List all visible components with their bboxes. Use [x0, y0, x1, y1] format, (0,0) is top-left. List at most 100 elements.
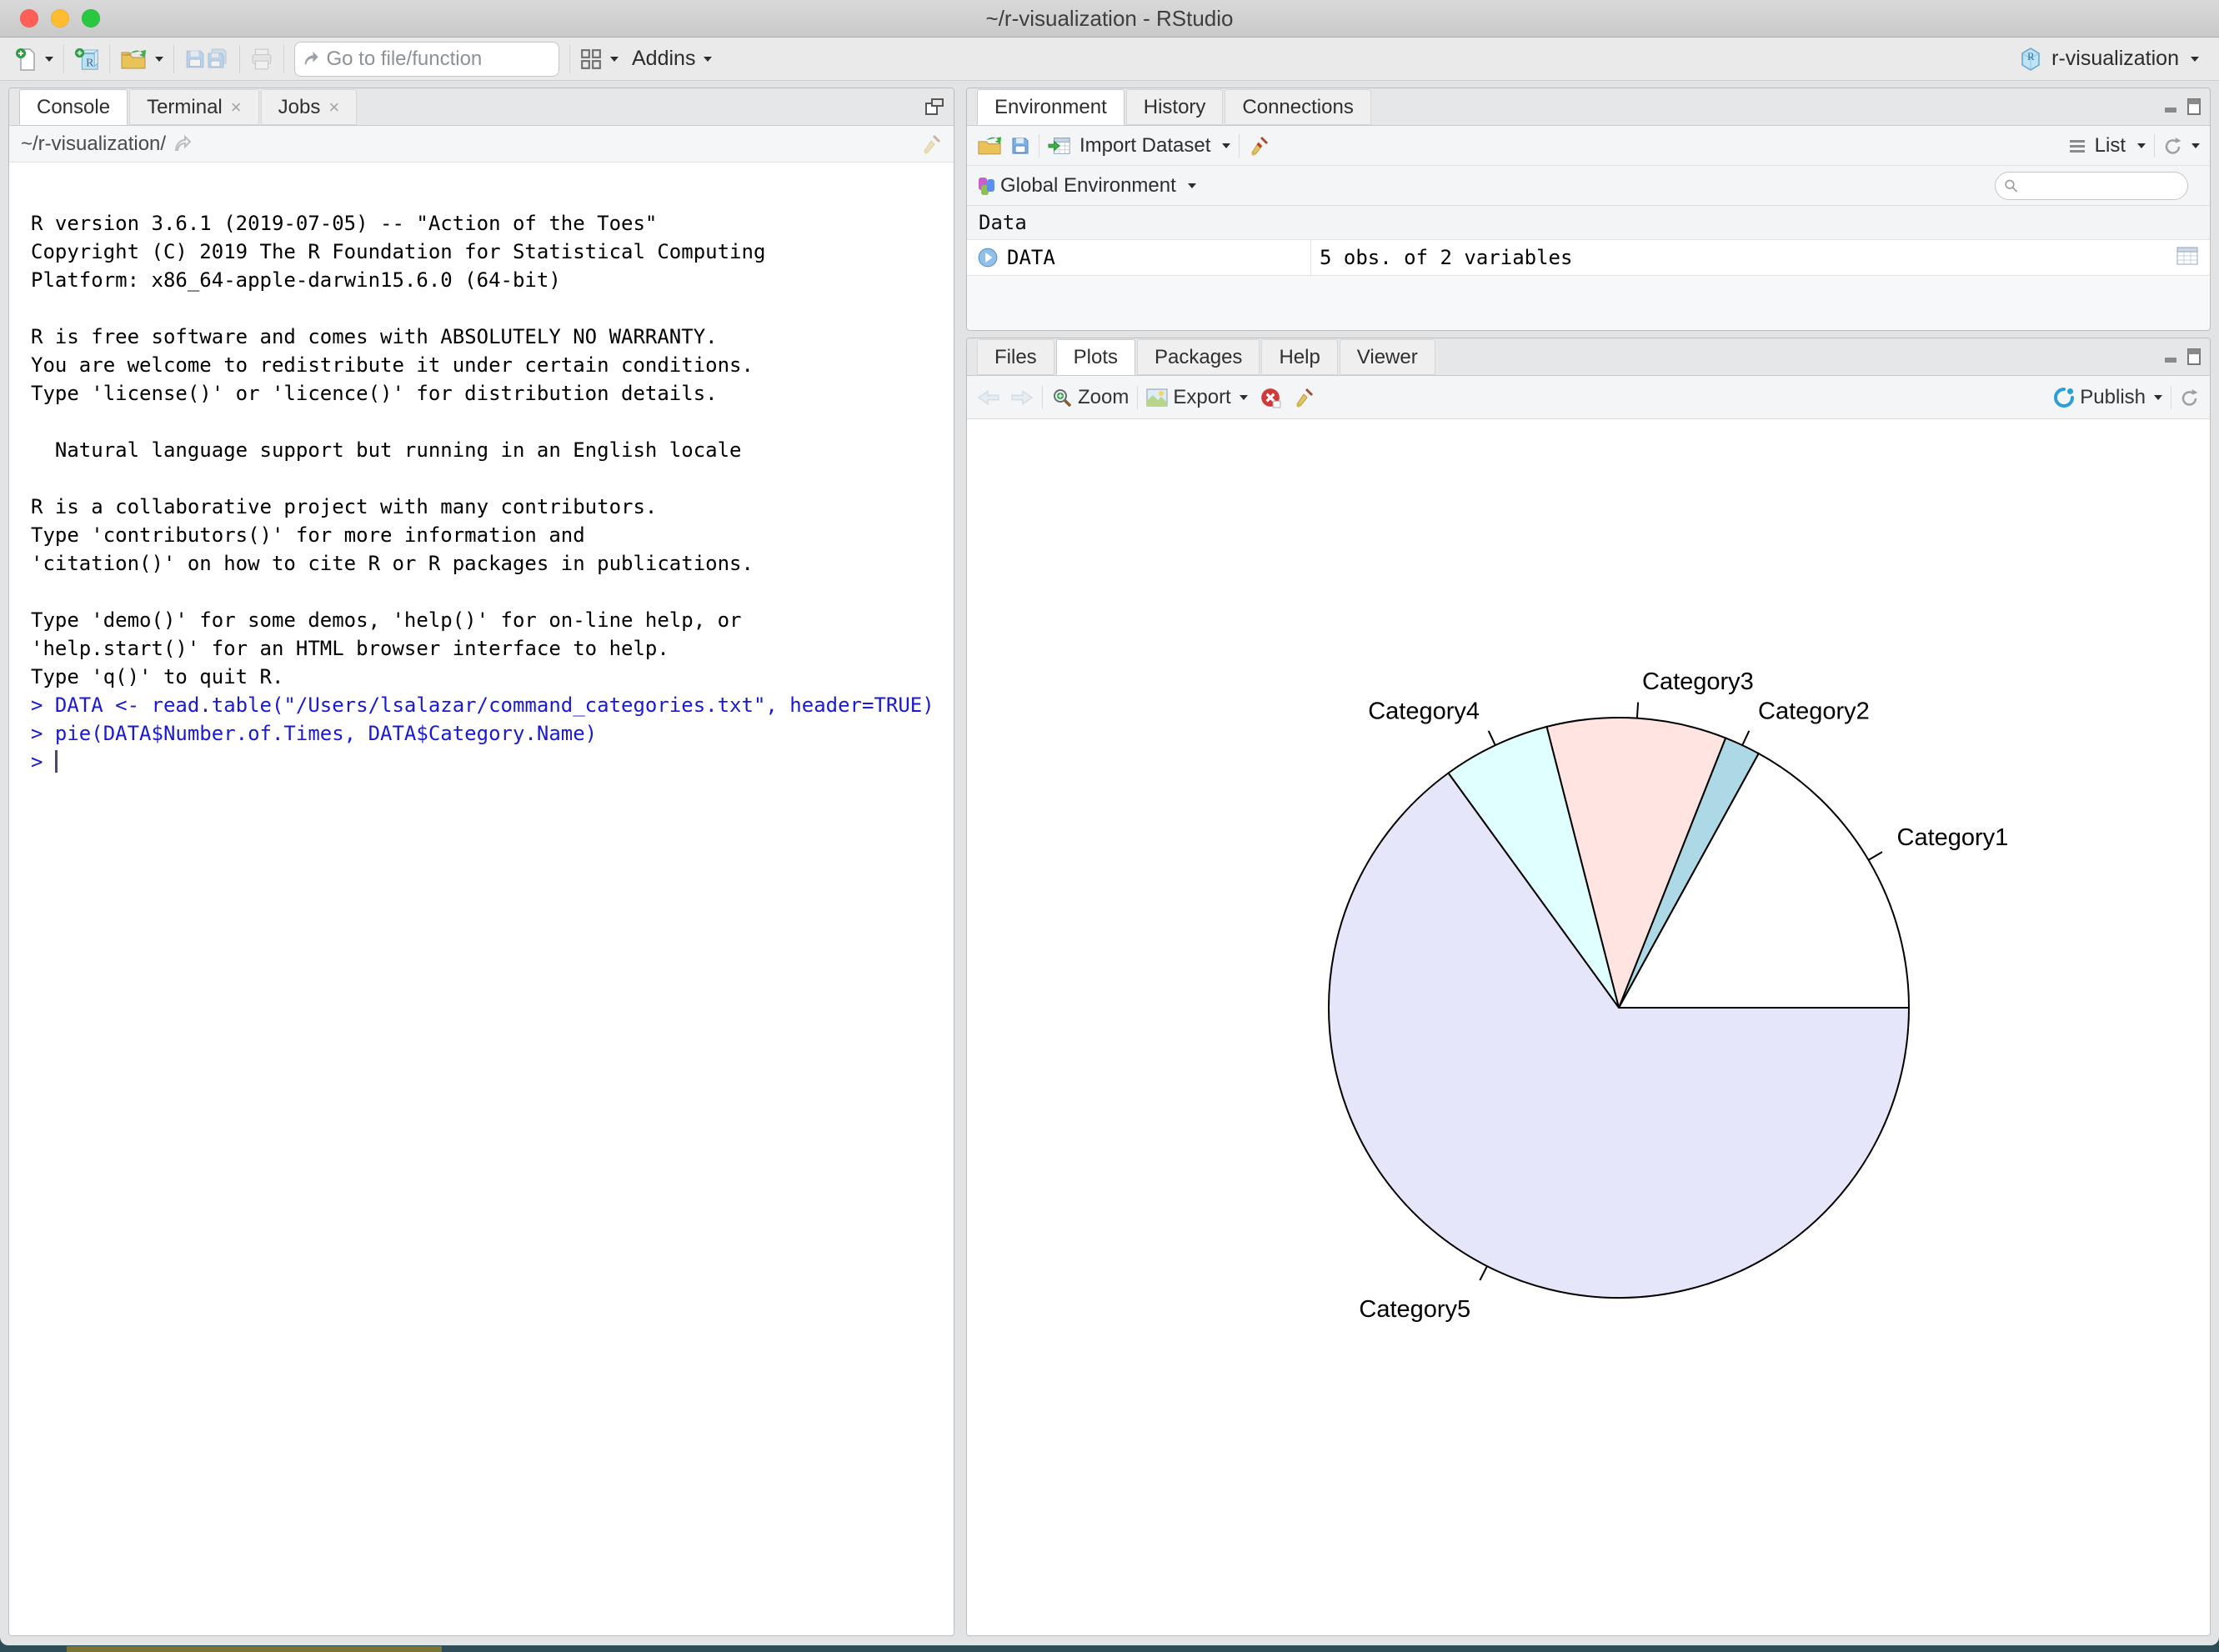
tab-environment[interactable]: Environment	[977, 89, 1125, 125]
object-summary: 5 obs. of 2 variables	[1311, 246, 2176, 269]
environment-scope-caret[interactable]	[1188, 183, 1196, 188]
data-section-header: Data	[967, 206, 2210, 240]
environment-search-input[interactable]	[2023, 174, 2179, 198]
console-output-area[interactable]: R version 3.6.1 (2019-07-05) -- "Action …	[9, 163, 954, 1635]
import-dataset-caret[interactable]	[1222, 143, 1230, 148]
new-project-button[interactable]: R	[74, 47, 99, 72]
environment-search[interactable]	[1995, 172, 2188, 200]
close-window-button[interactable]	[20, 9, 38, 28]
environment-scope-selector[interactable]: Global Environment	[997, 174, 1196, 198]
tab-jobs-label: Jobs	[278, 96, 321, 119]
tab-files[interactable]: Files	[977, 339, 1054, 375]
console-startup-text: R version 3.6.1 (2019-07-05) -- "Action …	[31, 209, 954, 691]
load-workspace-icon[interactable]	[977, 135, 1002, 156]
project-caret[interactable]	[2191, 57, 2199, 62]
pie-label-tick	[1869, 852, 1883, 860]
refresh-caret[interactable]	[2191, 143, 2200, 148]
tab-plots[interactable]: Plots	[1056, 339, 1135, 375]
new-file-button[interactable]	[15, 47, 53, 72]
pane-layout-caret[interactable]	[610, 57, 619, 62]
object-name: DATA	[1007, 246, 1055, 269]
tab-connections[interactable]: Connections	[1225, 89, 1370, 125]
tab-help[interactable]: Help	[1261, 339, 1337, 375]
environment-pane: Environment History Connections Import D…	[966, 88, 2211, 331]
display-mode-button[interactable]: List	[2068, 134, 2146, 158]
save-workspace-icon[interactable]	[1010, 136, 1030, 156]
goto-file-search[interactable]	[294, 42, 559, 77]
tab-console[interactable]: Console	[19, 89, 128, 125]
clear-console-icon[interactable]	[920, 133, 942, 155]
open-file-button[interactable]	[120, 48, 163, 70]
minimize-pane-icon[interactable]	[2163, 349, 2180, 364]
addins-caret[interactable]	[704, 57, 712, 62]
publish-icon	[2053, 387, 2075, 408]
new-file-menu-caret[interactable]	[45, 57, 53, 62]
pie-chart: Category1Category2Category3Category4Cate…	[967, 419, 2210, 1636]
view-table-icon[interactable]	[2176, 247, 2198, 265]
working-directory: ~/r-visualization/	[21, 133, 166, 156]
save-all-button[interactable]	[206, 48, 229, 70]
data-section-label: Data	[979, 211, 1027, 234]
minimize-pane-icon[interactable]	[2163, 99, 2180, 114]
close-icon[interactable]: ×	[231, 98, 242, 117]
refresh-environment-button[interactable]	[2163, 136, 2200, 156]
tab-terminal[interactable]: Terminal ×	[129, 89, 259, 125]
environment-toolbar: Import Dataset List	[967, 126, 2210, 166]
list-icon	[2068, 138, 2086, 154]
tab-jobs[interactable]: Jobs ×	[261, 89, 358, 125]
new-file-icon	[15, 47, 37, 72]
environment-object-row[interactable]: DATA 5 obs. of 2 variables	[967, 240, 2210, 276]
zoom-window-button[interactable]	[82, 9, 100, 28]
svg-text:R: R	[86, 56, 94, 69]
zoom-label: Zoom	[1078, 386, 1129, 409]
zoom-plot-button[interactable]: Zoom	[1051, 386, 1129, 409]
export-caret[interactable]	[1240, 395, 1248, 400]
save-all-icon	[206, 48, 229, 70]
console-pane: Console Terminal × Jobs × ~/r-visualizat…	[8, 88, 954, 1636]
next-plot-icon[interactable]	[1010, 388, 1034, 407]
console-prompt-line[interactable]: >	[31, 748, 954, 776]
clear-all-plots-icon[interactable]	[1293, 387, 1315, 408]
import-dataset-button[interactable]: Import Dataset	[1048, 134, 1230, 158]
console-prompt: >	[31, 750, 55, 773]
expand-object-icon[interactable]	[977, 247, 999, 268]
goto-file-input[interactable]	[324, 47, 552, 72]
environment-scope-row: Global Environment	[967, 166, 2210, 206]
pie-label-category3: Category3	[1642, 668, 1754, 695]
plots-tabstrip: Files Plots Packages Help Viewer	[967, 338, 2210, 376]
tab-history[interactable]: History	[1126, 89, 1224, 125]
project-selector[interactable]: R r-visualization	[2018, 46, 2199, 73]
tab-environment-label: Environment	[994, 96, 1107, 119]
publish-caret[interactable]	[2154, 395, 2162, 400]
tab-packages[interactable]: Packages	[1137, 339, 1260, 375]
clear-environment-icon[interactable]	[1248, 135, 1270, 157]
console-header: ~/r-visualization/	[9, 126, 954, 163]
goto-directory-icon[interactable]	[173, 134, 193, 154]
save-button[interactable]	[184, 48, 206, 70]
traffic-lights	[20, 9, 100, 28]
refresh-icon	[2163, 136, 2183, 156]
export-plot-button[interactable]: Export	[1146, 386, 1247, 409]
restore-pane-icon[interactable]	[924, 97, 945, 117]
display-mode-label: List	[2095, 134, 2126, 158]
open-recent-caret[interactable]	[155, 57, 163, 62]
pie-label-tick	[1742, 731, 1749, 745]
tab-viewer[interactable]: Viewer	[1340, 339, 1435, 375]
text-cursor	[55, 750, 58, 773]
export-label: Export	[1173, 386, 1230, 409]
maximize-pane-icon[interactable]	[2186, 98, 2201, 116]
pane-layout-button[interactable]	[580, 48, 619, 70]
maximize-pane-icon[interactable]	[2186, 348, 2201, 366]
refresh-plot-icon[interactable]	[2180, 388, 2200, 408]
remove-plot-icon[interactable]	[1260, 387, 1281, 408]
close-icon[interactable]: ×	[328, 98, 339, 117]
display-mode-caret[interactable]	[2137, 143, 2146, 148]
previous-plot-icon[interactable]	[977, 388, 1000, 407]
tab-terminal-label: Terminal	[147, 96, 223, 119]
save-icon	[184, 48, 206, 70]
print-button[interactable]	[250, 48, 273, 71]
minimize-window-button[interactable]	[51, 9, 69, 28]
addins-button[interactable]: Addins	[632, 47, 712, 71]
pie-label-tick	[1480, 1266, 1487, 1280]
publish-plot-button[interactable]: Publish	[2053, 386, 2162, 409]
